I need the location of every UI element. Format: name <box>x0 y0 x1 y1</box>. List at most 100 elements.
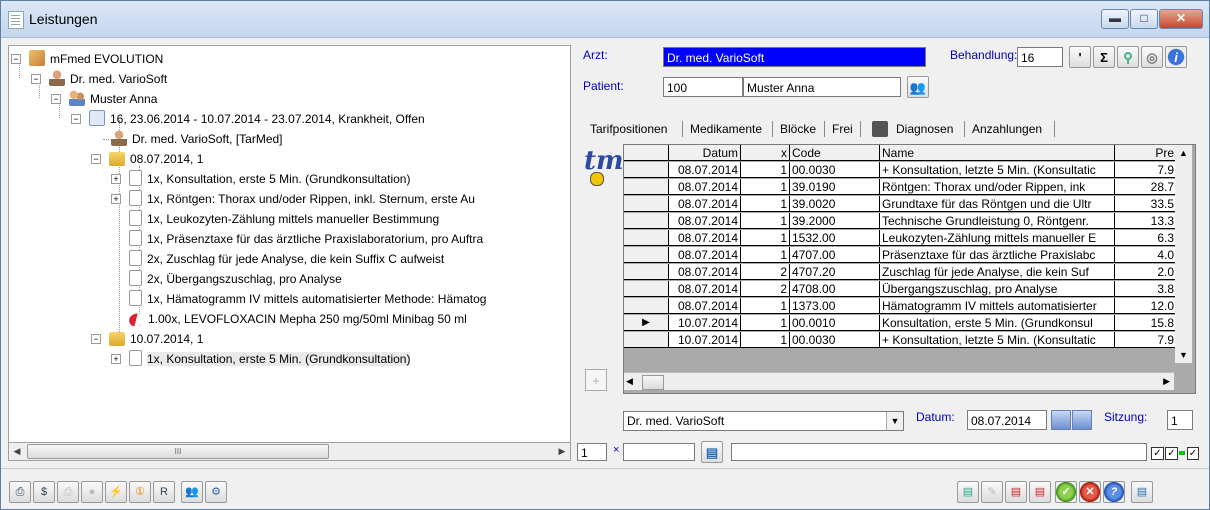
tab-bloecke[interactable]: Blöcke <box>776 119 820 139</box>
help-button[interactable]: ? <box>1103 481 1125 503</box>
tree-item[interactable]: 2x, Zuschlag für jede Analyse, die kein … <box>129 250 444 268</box>
users-settings-icon[interactable]: ⚙ <box>205 481 227 503</box>
lightning-icon[interactable]: ⚡ <box>105 481 127 503</box>
quantity-field[interactable]: 1 <box>577 443 607 461</box>
cell-x[interactable]: 1 <box>741 196 790 212</box>
cell-pre[interactable]: 33.5 <box>1115 196 1177 212</box>
edit-record-icon[interactable]: ✎ <box>981 481 1003 503</box>
cell-x[interactable]: 2 <box>741 264 790 280</box>
delete-record-icon[interactable]: ▤ <box>1005 481 1027 503</box>
cell-name[interactable]: Hämatogramm IV mittels automatisierter <box>880 298 1115 314</box>
patient-id-field[interactable]: 100 <box>663 77 743 97</box>
cell-x[interactable]: 1 <box>741 315 790 331</box>
table-row[interactable]: 08.07.2014 1 4707.00 Präsenztaxe für das är… <box>624 247 1179 264</box>
table-row[interactable]: 08.07.2014 1 1373.00 Hämatogramm IV mittels… <box>624 298 1179 315</box>
table-row[interactable]: 08.07.2014 1 39.0020 Grundtaxe für das Rönt… <box>624 196 1179 213</box>
cell-code[interactable]: 4707.00 <box>790 247 880 263</box>
grid-horizontal-scrollbar[interactable]: ◀ ▶ <box>624 372 1174 390</box>
collapse-icon[interactable]: − <box>91 334 101 344</box>
row-indicator[interactable] <box>624 196 669 212</box>
list-icon[interactable]: ▤ <box>1131 481 1153 503</box>
tab-anzahlungen[interactable]: Anzahlungen <box>968 119 1046 139</box>
cell-name[interactable]: Technische Grundleistung 0, Röntgenr. <box>880 213 1115 229</box>
cell-code[interactable]: 1532.00 <box>790 230 880 246</box>
tree-item[interactable]: 1x, Leukozyten-Zählung mittels manueller… <box>129 210 439 228</box>
code-lookup-icon[interactable]: ▤ <box>701 441 723 463</box>
cell-pre[interactable]: 3.8 <box>1115 281 1177 297</box>
lifebuoy-icon[interactable]: ◎ <box>1141 46 1163 68</box>
cell-x[interactable]: 1 <box>741 213 790 229</box>
scroll-left-icon[interactable]: ◀ <box>626 373 633 390</box>
table-row[interactable]: 08.07.2014 2 4708.00 Übergangszuschlag, pro… <box>624 281 1179 298</box>
add-row-button[interactable]: + <box>585 369 607 391</box>
table-row[interactable]: 08.07.2014 1 39.0190 Röntgen: Thorax und/od… <box>624 179 1179 196</box>
row-indicator[interactable] <box>624 162 669 178</box>
tree-node-case-doctor[interactable]: Dr. med. VarioSoft, [TarMed] <box>103 130 283 148</box>
collapse-icon[interactable]: − <box>71 114 81 124</box>
cell-pre[interactable]: 13.3 <box>1115 213 1177 229</box>
cell-code[interactable]: 39.0020 <box>790 196 880 212</box>
cell-datum[interactable]: 08.07.2014 <box>669 247 741 263</box>
doctor-select[interactable]: Dr. med. VarioSoft ▼ <box>623 411 904 431</box>
scroll-right-icon[interactable]: ▶ <box>554 443 570 460</box>
cell-code[interactable]: 00.0030 <box>790 162 880 178</box>
new-record-icon[interactable]: ▤ <box>957 481 979 503</box>
row-indicator[interactable]: ▶ <box>624 315 669 331</box>
close-button[interactable]: ✕ <box>1159 9 1203 29</box>
row-indicator[interactable] <box>624 179 669 195</box>
ok-button[interactable]: ✓ <box>1055 481 1077 503</box>
table-row[interactable]: 08.07.2014 1 00.0030 + Konsultation, letzte… <box>624 162 1179 179</box>
delete-all-icon[interactable]: ▤ <box>1029 481 1051 503</box>
row-indicator[interactable] <box>624 332 669 348</box>
collapse-icon[interactable]: − <box>51 94 61 104</box>
calendar-icon[interactable] <box>1051 410 1071 430</box>
row-indicator[interactable] <box>624 298 669 314</box>
expand-icon[interactable]: + <box>111 354 121 364</box>
collapse-icon[interactable]: − <box>31 74 41 84</box>
cell-code[interactable]: 00.0010 <box>790 315 880 331</box>
cell-name[interactable]: + Konsultation, letzte 5 Min. (Konsultat… <box>880 162 1115 178</box>
lightning-one-icon[interactable]: ① <box>129 481 151 503</box>
table-row[interactable]: ▶ 10.07.2014 1 00.0010 Konsultation, erste 5… <box>624 315 1179 332</box>
scroll-right-icon[interactable]: ▶ <box>1163 373 1170 390</box>
sitzung-field[interactable]: 1 <box>1167 410 1193 430</box>
scroll-left-icon[interactable]: ◀ <box>9 443 25 460</box>
cell-pre[interactable]: 7.9 <box>1115 332 1177 348</box>
cell-name[interactable]: Zuschlag für jede Analyse, die kein Suf <box>880 264 1115 280</box>
print-invoice-icon[interactable]: $ <box>33 481 55 503</box>
cell-code[interactable]: 4708.00 <box>790 281 880 297</box>
cell-x[interactable]: 1 <box>741 332 790 348</box>
cell-datum[interactable]: 10.07.2014 <box>669 315 741 331</box>
column-header-code[interactable]: Code <box>790 145 880 161</box>
cell-code[interactable]: 4707.20 <box>790 264 880 280</box>
services-tree[interactable]: − mFmed EVOLUTION − Dr. med. VarioSoft −… <box>8 45 571 461</box>
cell-pre[interactable]: 12.0 <box>1115 298 1177 314</box>
cell-datum[interactable]: 08.07.2014 <box>669 196 741 212</box>
cursor-icon[interactable]: ' <box>1069 46 1091 68</box>
column-header-datum[interactable]: Datum <box>669 145 741 161</box>
row-indicator[interactable] <box>624 247 669 263</box>
cell-x[interactable]: 1 <box>741 230 790 246</box>
row-indicator[interactable] <box>624 230 669 246</box>
cell-datum[interactable]: 08.07.2014 <box>669 162 741 178</box>
cell-datum[interactable]: 08.07.2014 <box>669 213 741 229</box>
option-checkbox-3[interactable]: ✓ <box>1187 447 1199 460</box>
chevron-down-icon[interactable]: ▼ <box>886 412 903 430</box>
tab-diagnosen[interactable]: Diagnosen <box>892 119 957 139</box>
report-icon[interactable]: R <box>153 481 175 503</box>
column-header-name[interactable]: Name <box>880 145 1115 161</box>
cell-name[interactable]: Röntgen: Thorax und/oder Rippen, ink <box>880 179 1115 195</box>
sum-icon[interactable]: Σ <box>1093 46 1115 68</box>
tarif-grid[interactable]: Datum x Code Name Pre 08.07.2014 1 00.0030… <box>623 144 1196 394</box>
cell-pre[interactable]: 4.0 <box>1115 247 1177 263</box>
tree-horizontal-scrollbar[interactable]: ◀ III ▶ <box>8 442 571 461</box>
name-input[interactable] <box>731 443 1147 461</box>
cell-name[interactable]: Präsenztaxe für das ärztliche Praxislabc <box>880 247 1115 263</box>
expand-icon[interactable]: + <box>111 194 121 204</box>
cell-x[interactable]: 1 <box>741 162 790 178</box>
cell-name[interactable]: Konsultation, erste 5 Min. (Grundkonsul <box>880 315 1115 331</box>
info-icon[interactable]: i <box>1165 46 1187 68</box>
expand-icon[interactable]: + <box>111 174 121 184</box>
circle-disabled-icon[interactable]: ● <box>81 481 103 503</box>
cell-datum[interactable]: 08.07.2014 <box>669 230 741 246</box>
